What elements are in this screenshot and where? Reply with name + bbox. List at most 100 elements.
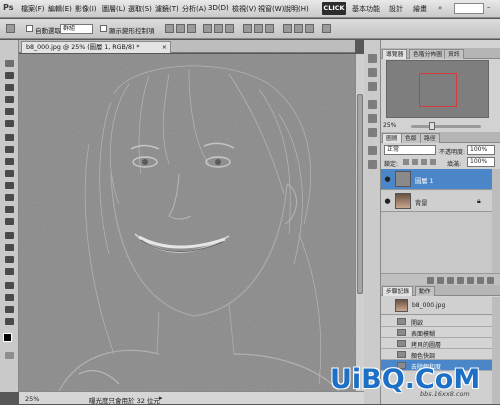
workspace-more-icon[interactable]: » — [438, 4, 442, 12]
lasso-tool-icon[interactable] — [5, 84, 14, 91]
eraser-tool-icon[interactable] — [5, 182, 14, 189]
show-transform-checkbox[interactable] — [100, 25, 107, 32]
lock-pixels-icon[interactable] — [412, 159, 418, 165]
eyedropper-tool-icon[interactable] — [5, 120, 14, 127]
menu-file[interactable]: 檔案(F) — [21, 4, 45, 14]
document-tab[interactable]: b8_000.jpg @ 25% (圖層 1, RGB/8) * × — [21, 41, 171, 53]
tab-history[interactable]: 步驟記錄 — [382, 286, 414, 296]
fill-input[interactable]: 100% — [467, 157, 495, 167]
image-canvas[interactable] — [19, 54, 355, 391]
workspace-essentials[interactable]: 基本功能 — [352, 4, 380, 14]
history-item[interactable]: 開啟 — [381, 316, 492, 327]
vertical-scroll-thumb[interactable] — [357, 94, 363, 294]
align-bottom-icon[interactable] — [187, 24, 196, 33]
history-snapshot[interactable]: b8_000.jpg — [381, 297, 492, 315]
history-item[interactable]: 顏色快調 — [381, 349, 492, 360]
tab-info[interactable]: 資訊 — [444, 49, 464, 59]
swatches-panel-icon[interactable] — [368, 114, 377, 123]
distribute-left-icon[interactable] — [283, 24, 292, 33]
navigator-zoom-knob[interactable] — [429, 122, 435, 130]
workspace-painting[interactable]: 繪畫 — [413, 4, 427, 14]
color-panel-icon[interactable] — [368, 100, 377, 109]
pen-tool-icon[interactable] — [5, 232, 14, 239]
tab-histogram[interactable]: 色階分佈圖 — [409, 49, 446, 59]
distribute-middle-icon[interactable] — [254, 24, 263, 33]
auto-select-dropdown[interactable]: 群組 — [60, 24, 93, 34]
tab-channels[interactable]: 色版 — [401, 133, 421, 143]
opacity-input[interactable]: 100% — [467, 145, 495, 155]
styles-panel-icon[interactable] — [368, 128, 377, 137]
align-left-icon[interactable] — [203, 24, 212, 33]
healing-brush-tool-icon[interactable] — [5, 134, 14, 141]
navigator-zoom[interactable]: 25% — [383, 122, 396, 129]
quick-select-tool-icon[interactable] — [5, 96, 14, 103]
dodge-tool-icon[interactable] — [5, 218, 14, 225]
tab-paths[interactable]: 路徑 — [420, 133, 440, 143]
blend-mode-select[interactable]: 正常 — [384, 145, 436, 155]
path-select-tool-icon[interactable] — [5, 256, 14, 263]
visibility-eye-icon[interactable]: ● — [383, 175, 392, 183]
navigator-view-rect[interactable] — [419, 73, 457, 107]
layer-item[interactable]: ● 圖層 1 — [381, 169, 492, 190]
hand-tool-icon[interactable] — [5, 306, 14, 313]
delete-layer-icon[interactable] — [487, 277, 494, 284]
align-middle-icon[interactable] — [176, 24, 185, 33]
history-item[interactable]: 拷貝的圖層 — [381, 338, 492, 349]
minimize-icon[interactable]: – — [487, 4, 494, 11]
click-button[interactable]: CLICK — [322, 2, 346, 15]
layer-mask-icon[interactable] — [447, 277, 454, 284]
layer-item[interactable]: ● 背景 🔒︎ — [381, 191, 492, 212]
new-group-icon[interactable] — [467, 277, 474, 284]
distribute-center-icon[interactable] — [294, 24, 303, 33]
navigator-preview[interactable] — [386, 60, 489, 118]
masks-panel-icon[interactable] — [368, 160, 377, 169]
vertical-scrollbar[interactable] — [355, 54, 364, 391]
navigator-zoom-slider[interactable] — [411, 125, 481, 128]
align-top-icon[interactable] — [165, 24, 174, 33]
blur-tool-icon[interactable] — [5, 206, 14, 213]
history-item[interactable]: 表面模糊 — [381, 327, 492, 338]
quick-mask-icon[interactable] — [5, 352, 14, 359]
menu-view[interactable]: 檢視(V) — [232, 4, 256, 14]
search-input[interactable] — [454, 3, 484, 14]
history-panel-icon[interactable] — [368, 54, 377, 63]
workspace-design[interactable]: 設計 — [389, 4, 403, 14]
menu-filter[interactable]: 濾鏡(T) — [155, 4, 179, 14]
marquee-tool-icon[interactable] — [5, 72, 14, 79]
move-tool-icon[interactable] — [6, 24, 15, 33]
status-zoom[interactable]: 25% — [25, 395, 39, 403]
status-arrow-icon[interactable]: ▸ — [159, 394, 163, 402]
adjustments-panel-icon[interactable] — [368, 146, 377, 155]
clone-stamp-tool-icon[interactable] — [5, 158, 14, 165]
crop-tool-icon[interactable] — [5, 108, 14, 115]
layer-style-icon[interactable] — [437, 277, 444, 284]
zoom-tool-icon[interactable] — [5, 318, 14, 325]
close-tab-icon[interactable]: × — [162, 42, 167, 53]
tab-actions[interactable]: 動作 — [415, 286, 435, 296]
lock-all-icon[interactable] — [430, 159, 436, 165]
distribute-bottom-icon[interactable] — [265, 24, 274, 33]
visibility-eye-icon[interactable]: ● — [383, 197, 392, 205]
shape-tool-icon[interactable] — [5, 268, 14, 275]
menu-select[interactable]: 選取(S) — [128, 4, 152, 14]
align-right-icon[interactable] — [225, 24, 234, 33]
distribute-top-icon[interactable] — [243, 24, 252, 33]
gradient-tool-icon[interactable] — [5, 194, 14, 201]
paragraph-panel-icon[interactable] — [368, 82, 377, 91]
auto-align-icon[interactable] — [322, 24, 331, 33]
new-layer-icon[interactable] — [477, 277, 484, 284]
menu-image[interactable]: 影像(I) — [75, 4, 97, 14]
menu-help[interactable]: 說明(H) — [284, 4, 309, 14]
move-tool-icon[interactable] — [5, 60, 14, 67]
history-brush-tool-icon[interactable] — [5, 170, 14, 177]
tab-navigator[interactable]: 導覽器 — [382, 49, 408, 59]
brush-tool-icon[interactable] — [5, 146, 14, 153]
align-center-icon[interactable] — [214, 24, 223, 33]
menu-edit[interactable]: 編輯(E) — [48, 4, 72, 14]
3d-orbit-tool-icon[interactable] — [5, 294, 14, 301]
lock-position-icon[interactable] — [421, 159, 427, 165]
link-layers-icon[interactable] — [427, 277, 434, 284]
3d-rotate-tool-icon[interactable] — [5, 282, 14, 289]
menu-window[interactable]: 視窗(W) — [258, 4, 284, 14]
type-tool-icon[interactable] — [5, 244, 14, 251]
